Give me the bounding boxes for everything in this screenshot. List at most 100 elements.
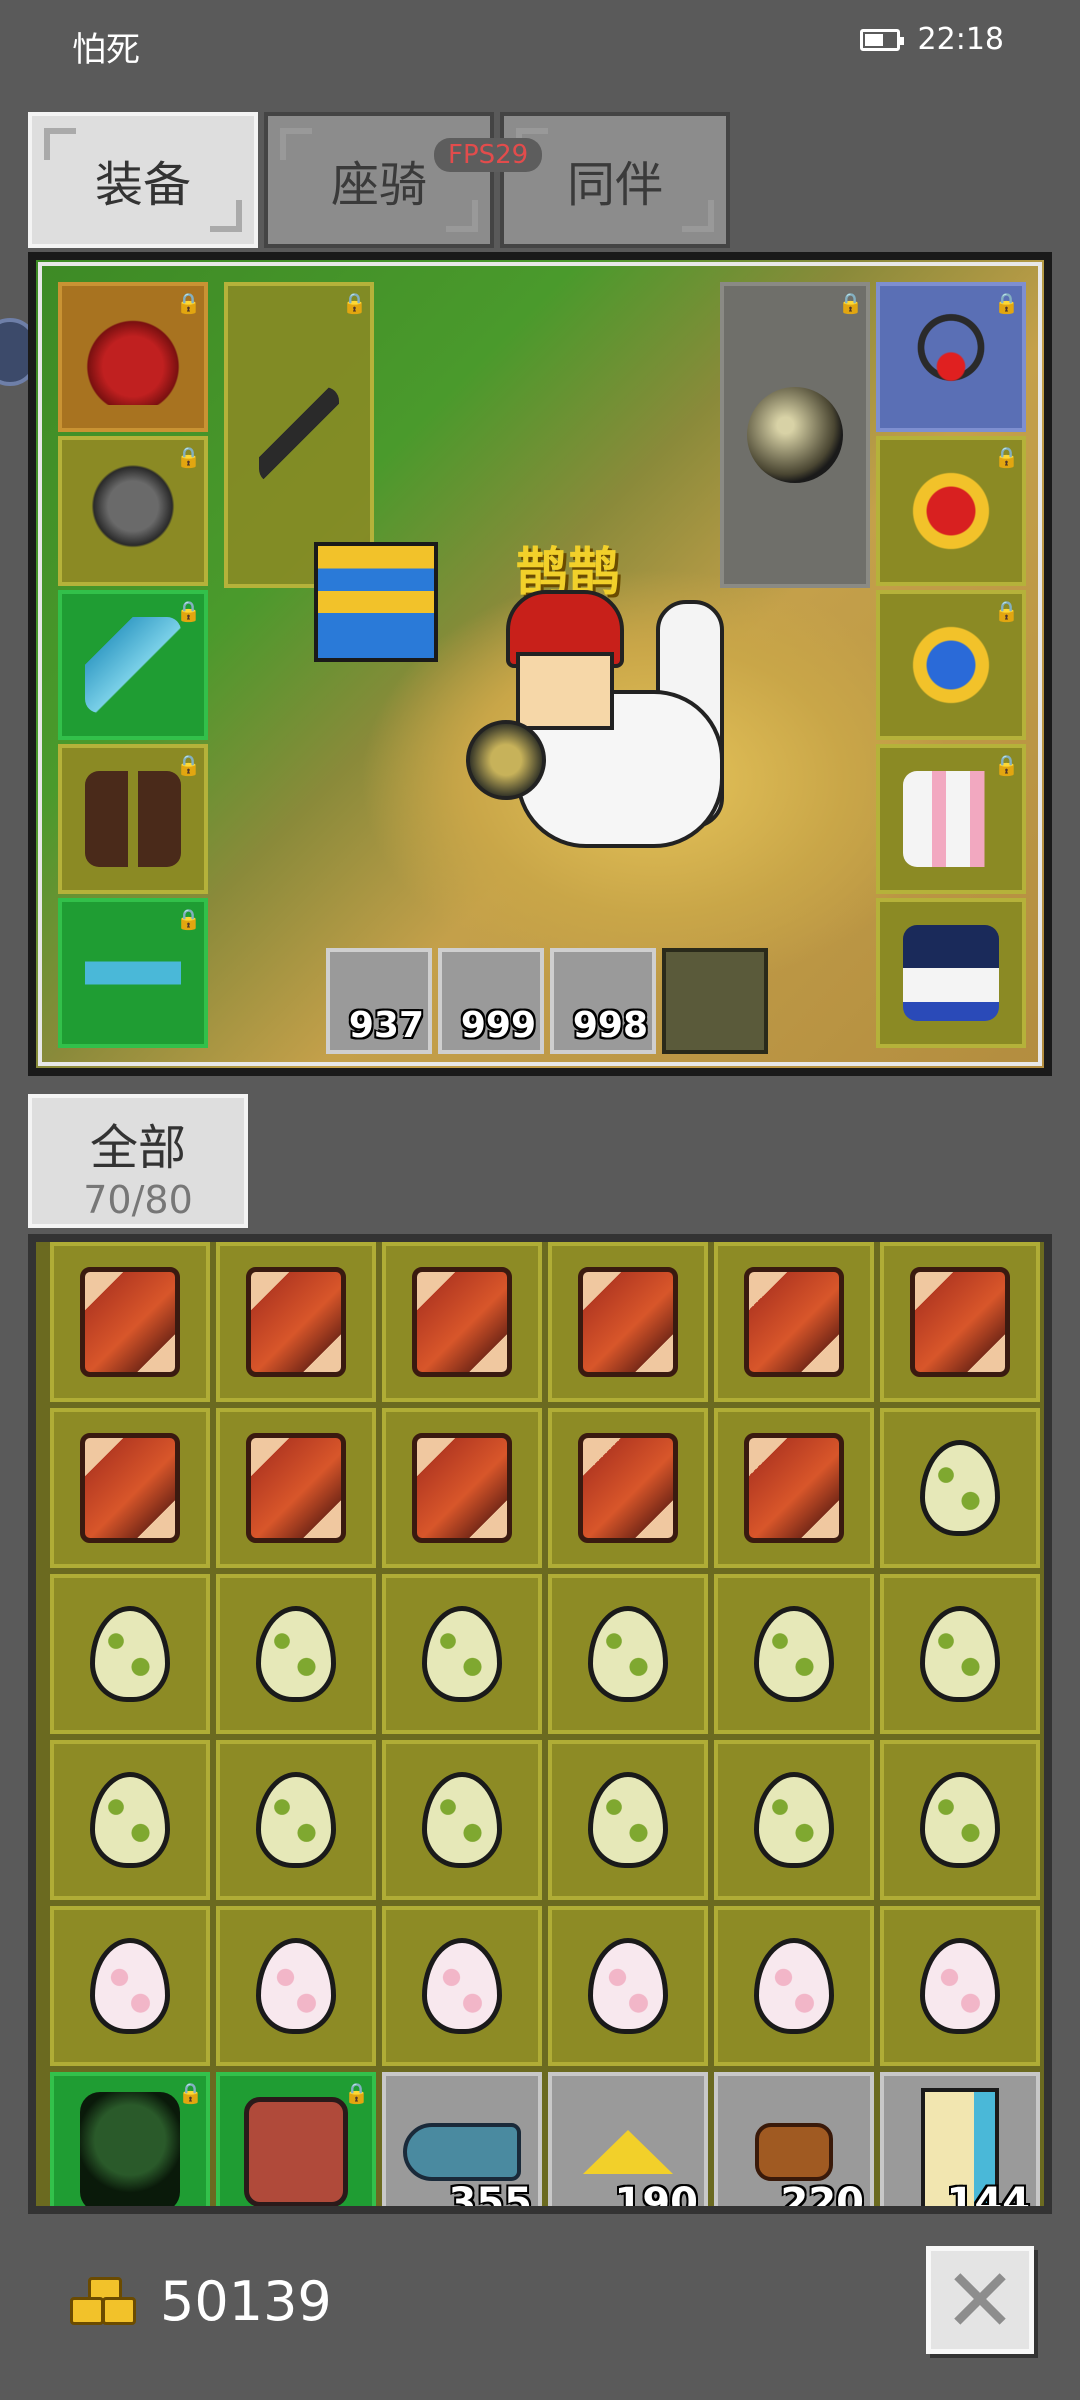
red-potion-slot[interactable]: 937 xyxy=(326,948,432,1054)
character-face-icon xyxy=(516,652,614,730)
slot-pet[interactable] xyxy=(876,898,1026,1048)
treasure-chest-icon[interactable] xyxy=(314,542,438,662)
tab-companion[interactable]: 同伴 xyxy=(500,112,730,248)
pink-egg-icon xyxy=(90,1938,170,2034)
slot-ring-blue[interactable]: 🔒 xyxy=(876,590,1026,740)
gold-icon xyxy=(70,2276,136,2327)
slot-ring-red[interactable]: 🔒 xyxy=(876,436,1026,586)
character-on-rabbit[interactable] xyxy=(466,590,724,860)
cheese-icon xyxy=(583,2130,673,2174)
inventory-slot[interactable] xyxy=(880,1906,1040,2066)
inventory-slot[interactable] xyxy=(714,1242,874,1402)
empty-skill-slot[interactable] xyxy=(662,948,768,1054)
inventory-slot[interactable] xyxy=(548,1740,708,1900)
red-hat-icon xyxy=(85,309,181,405)
inventory-slot[interactable] xyxy=(548,1242,708,1402)
slot-glove[interactable]: 🔒 xyxy=(58,590,208,740)
inventory-slot[interactable] xyxy=(50,1408,210,1568)
inventory-slot[interactable] xyxy=(50,1740,210,1900)
inventory-slot[interactable] xyxy=(880,1740,1040,1900)
inventory-slot[interactable] xyxy=(880,1242,1040,1402)
inventory-slot[interactable] xyxy=(880,1574,1040,1734)
inventory-slot[interactable] xyxy=(216,1408,376,1568)
slot-wings[interactable]: 🔒 xyxy=(876,744,1026,894)
slot-necklace[interactable]: 🔒 xyxy=(876,282,1026,432)
slot-helmet[interactable]: 🔒 xyxy=(58,282,208,432)
meat-count: 220 xyxy=(780,2180,865,2214)
lock-icon: 🔒 xyxy=(176,907,201,931)
scroll-icon xyxy=(744,1267,844,1377)
lock-icon: 🔒 xyxy=(178,2081,203,2105)
inventory-grid: 🔒 🔒 355 190 220 144 xyxy=(50,1242,1040,2214)
lock-icon: 🔒 xyxy=(994,291,1019,315)
green-egg-icon xyxy=(920,1606,1000,1702)
inventory-slot[interactable] xyxy=(382,1242,542,1402)
inventory-slot[interactable] xyxy=(548,1574,708,1734)
close-icon: ✕ xyxy=(943,2248,1017,2352)
green-egg-icon xyxy=(422,1606,502,1702)
slot-armor[interactable]: 🔒 xyxy=(58,436,208,586)
inventory-slot[interactable] xyxy=(880,1408,1040,1568)
inventory-slot[interactable] xyxy=(548,1408,708,1568)
inventory-slot[interactable] xyxy=(714,1574,874,1734)
lock-icon: 🔒 xyxy=(994,599,1019,623)
inventory-slot[interactable] xyxy=(382,1906,542,2066)
bag-capacity: 70/80 xyxy=(83,1178,193,1222)
cheese-count: 190 xyxy=(614,2180,699,2214)
tab-mount[interactable]: 座骑 xyxy=(264,112,494,248)
inventory-slot[interactable] xyxy=(216,1242,376,1402)
red-ring-icon xyxy=(903,463,999,559)
inventory-slot[interactable]: 🔒 xyxy=(50,2072,210,2206)
inventory-slot[interactable] xyxy=(382,1574,542,1734)
inventory-slot[interactable]: 220 xyxy=(714,2072,874,2214)
lock-icon: 🔒 xyxy=(994,445,1019,469)
inventory-slot[interactable] xyxy=(50,1574,210,1734)
close-button[interactable]: ✕ xyxy=(926,2246,1034,2354)
green-egg-icon xyxy=(920,1772,1000,1868)
inventory-slot[interactable] xyxy=(714,1906,874,2066)
scroll-icon xyxy=(744,1433,844,1543)
glove-icon xyxy=(85,617,181,713)
scroll-icon xyxy=(412,1267,512,1377)
blue-potion-slot[interactable]: 999 xyxy=(438,948,544,1054)
pink-egg-icon xyxy=(422,1938,502,2034)
slot-shield[interactable]: 🔒 xyxy=(720,282,870,588)
fish-item-count: 998 xyxy=(572,1005,648,1046)
green-egg-icon xyxy=(754,1606,834,1702)
necklace-icon xyxy=(903,309,999,405)
inventory-slot[interactable]: 190 xyxy=(548,2072,708,2214)
mace-icon xyxy=(259,387,339,483)
scroll-icon xyxy=(246,1433,346,1543)
inventory-slot[interactable] xyxy=(714,1740,874,1900)
status-right: 22:18 xyxy=(859,22,1004,57)
lock-icon: 🔒 xyxy=(176,445,201,469)
slot-belt[interactable]: 🔒 xyxy=(58,898,208,1048)
gold-display: 50139 xyxy=(70,2270,332,2333)
slot-boots[interactable]: 🔒 xyxy=(58,744,208,894)
inventory-slot[interactable]: 🔒 xyxy=(216,2072,376,2206)
armor-icon xyxy=(85,463,181,559)
blue-potion-count: 999 xyxy=(460,1005,536,1046)
inventory-slot[interactable] xyxy=(50,1906,210,2066)
inventory-slot[interactable]: 355 xyxy=(382,2072,542,2206)
inventory-slot[interactable] xyxy=(216,1574,376,1734)
tab-equipment[interactable]: 装备 xyxy=(28,112,258,248)
inventory-slot[interactable] xyxy=(548,1906,708,2066)
inventory-slot[interactable] xyxy=(714,1408,874,1568)
inventory-slot[interactable] xyxy=(382,1408,542,1568)
inventory-slot[interactable] xyxy=(50,1242,210,1402)
pink-egg-icon xyxy=(588,1938,668,2034)
inventory-slot[interactable]: 144 xyxy=(880,2072,1040,2206)
green-egg-icon xyxy=(920,1440,1000,1536)
inventory-slot[interactable] xyxy=(216,1740,376,1900)
green-egg-icon xyxy=(90,1772,170,1868)
scroll-icon xyxy=(80,1267,180,1377)
inventory-slot[interactable] xyxy=(216,1906,376,2066)
boots-icon xyxy=(85,771,181,867)
magpie-pet-icon xyxy=(903,925,999,1021)
meat-icon xyxy=(755,2123,833,2181)
fish-item-slot[interactable]: 998 xyxy=(550,948,656,1054)
tab-mount-label: 座骑 xyxy=(330,157,427,213)
filter-all-tab[interactable]: 全部 70/80 xyxy=(28,1094,248,1228)
inventory-slot[interactable] xyxy=(382,1740,542,1900)
